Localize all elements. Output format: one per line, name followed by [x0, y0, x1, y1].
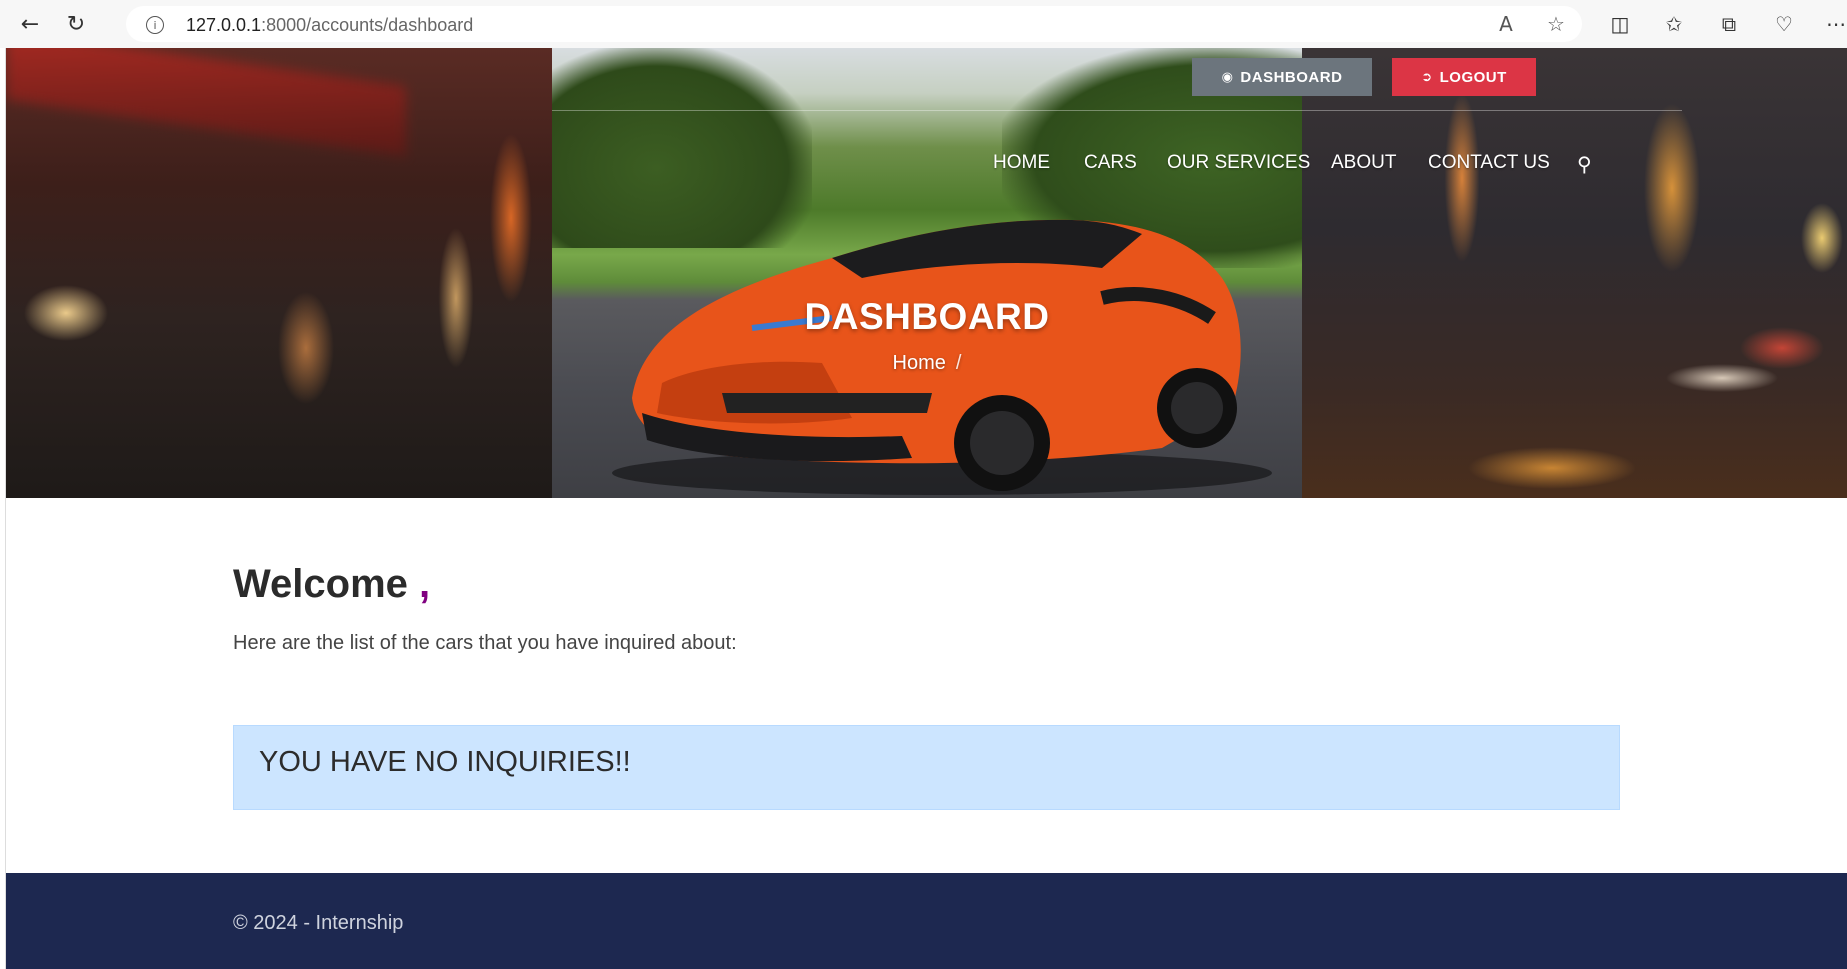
address-bar[interactable]: i 127.0.0.1:8000/accounts/dashboard A ☆ — [126, 6, 1582, 42]
welcome-username: , — [419, 562, 431, 606]
dashboard-button[interactable]: ◉ DASHBOARD — [1192, 58, 1372, 96]
hero-background-left — [6, 48, 552, 498]
footer-copyright: © 2024 - Internship — [233, 912, 404, 934]
split-screen-icon[interactable]: ◫ — [1606, 10, 1634, 38]
footer: © 2024 - Internship — [6, 873, 1847, 969]
search-icon[interactable]: ⚲ — [1577, 152, 1592, 176]
sign-out-icon: ➲ — [1421, 69, 1433, 85]
browser-essentials-icon[interactable]: ♡ — [1770, 10, 1798, 38]
nav-about[interactable]: ABOUT — [1331, 152, 1396, 174]
tachometer-icon: ◉ — [1221, 69, 1234, 85]
hero-car-photo — [552, 48, 1302, 498]
sports-car-illustration — [612, 219, 1272, 495]
no-inquiries-alert: YOU HAVE NO INQUIRIES!! — [233, 725, 1620, 810]
refresh-icon[interactable]: ↻ — [62, 10, 90, 38]
more-icon[interactable]: ⋯ — [1822, 10, 1847, 38]
breadcrumb-home[interactable]: Home — [893, 352, 946, 374]
inquiries-intro-text: Here are the list of the cars that you h… — [233, 632, 737, 654]
info-icon[interactable]: i — [146, 16, 164, 34]
no-inquiries-message: YOU HAVE NO INQUIRIES!! — [259, 746, 631, 778]
nav-cars[interactable]: CARS — [1084, 152, 1137, 174]
nav-contact-us[interactable]: CONTACT US — [1428, 152, 1550, 174]
browser-toolbar: ← ↻ i 127.0.0.1:8000/accounts/dashboard … — [0, 0, 1847, 48]
awning-blur — [6, 48, 406, 157]
page-viewport: ◉ DASHBOARD ➲ LOGOUT HOME CARS OUR SERVI… — [5, 48, 1847, 969]
breadcrumb: Home / — [552, 352, 1302, 375]
nav-home[interactable]: HOME — [993, 152, 1050, 174]
favorites-icon[interactable]: ✩ — [1660, 10, 1688, 38]
hero-banner: ◉ DASHBOARD ➲ LOGOUT HOME CARS OUR SERVI… — [6, 48, 1847, 498]
favorite-star-icon[interactable]: ☆ — [1544, 12, 1568, 36]
breadcrumb-separator: / — [955, 352, 962, 374]
nav-our-services[interactable]: OUR SERVICES — [1167, 152, 1310, 174]
url-text[interactable]: 127.0.0.1:8000/accounts/dashboard — [186, 15, 473, 36]
logout-button[interactable]: ➲ LOGOUT — [1392, 58, 1536, 96]
main-navigation: HOME CARS OUR SERVICES ABOUT CONTACT US … — [6, 152, 1847, 192]
welcome-heading: Welcome , — [233, 562, 430, 607]
page-title: DASHBOARD — [804, 296, 1050, 337]
welcome-text: Welcome — [233, 562, 408, 606]
collections-icon[interactable]: ⧉ — [1715, 10, 1743, 38]
logout-button-label: LOGOUT — [1439, 68, 1507, 86]
hero-background-right — [1302, 48, 1847, 498]
back-arrow-icon[interactable]: ← — [16, 10, 44, 38]
dashboard-button-label: DASHBOARD — [1240, 68, 1343, 86]
header-divider — [552, 110, 1682, 111]
read-aloud-icon[interactable]: A — [1494, 12, 1518, 36]
